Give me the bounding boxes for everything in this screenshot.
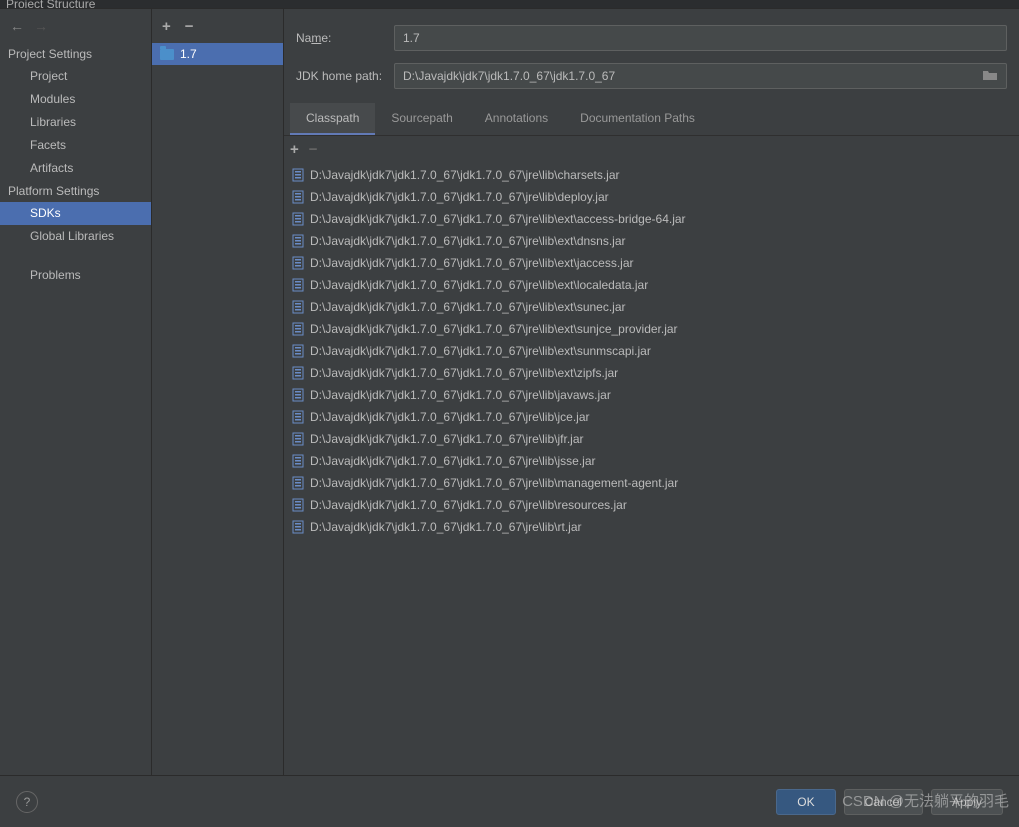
sidebar-item-modules[interactable]: Modules bbox=[0, 88, 151, 111]
platform-settings-heading: Platform Settings bbox=[0, 180, 151, 202]
classpath-row[interactable]: D:\Javajdk\jdk7\jdk1.7.0_67\jdk1.7.0_67\… bbox=[284, 384, 1019, 406]
nav-arrows: ← → bbox=[0, 9, 151, 43]
tab-sourcepath[interactable]: Sourcepath bbox=[375, 103, 468, 135]
classpath-row[interactable]: D:\Javajdk\jdk7\jdk1.7.0_67\jdk1.7.0_67\… bbox=[284, 186, 1019, 208]
sidebar-item-facets[interactable]: Facets bbox=[0, 134, 151, 157]
sidebar-item-project[interactable]: Project bbox=[0, 65, 151, 88]
footer-buttons: OK Cancel Apply bbox=[776, 789, 1003, 815]
classpath-row[interactable]: D:\Javajdk\jdk7\jdk1.7.0_67\jdk1.7.0_67\… bbox=[284, 494, 1019, 516]
classpath-path: D:\Javajdk\jdk7\jdk1.7.0_67\jdk1.7.0_67\… bbox=[310, 188, 609, 206]
classpath-path: D:\Javajdk\jdk7\jdk1.7.0_67\jdk1.7.0_67\… bbox=[310, 298, 626, 316]
jar-icon bbox=[292, 234, 304, 248]
jar-icon bbox=[292, 520, 304, 534]
classpath-path: D:\Javajdk\jdk7\jdk1.7.0_67\jdk1.7.0_67\… bbox=[310, 430, 584, 448]
detail-panel: Name: JDK home path: ClasspathSourcepath… bbox=[284, 9, 1019, 775]
classpath-row[interactable]: D:\Javajdk\jdk7\jdk1.7.0_67\jdk1.7.0_67\… bbox=[284, 208, 1019, 230]
name-row: Name: bbox=[284, 19, 1019, 57]
project-settings-heading: Project Settings bbox=[0, 43, 151, 65]
classpath-row[interactable]: D:\Javajdk\jdk7\jdk1.7.0_67\jdk1.7.0_67\… bbox=[284, 252, 1019, 274]
classpath-path: D:\Javajdk\jdk7\jdk1.7.0_67\jdk1.7.0_67\… bbox=[310, 320, 678, 338]
remove-classpath-icon[interactable]: − bbox=[309, 141, 318, 158]
sdk-list-panel: + − 1.7 bbox=[152, 9, 284, 775]
jar-icon bbox=[292, 366, 304, 380]
jar-icon bbox=[292, 410, 304, 424]
jar-icon bbox=[292, 344, 304, 358]
classpath-row[interactable]: D:\Javajdk\jdk7\jdk1.7.0_67\jdk1.7.0_67\… bbox=[284, 362, 1019, 384]
sidebar-item-artifacts[interactable]: Artifacts bbox=[0, 157, 151, 180]
classpath-row[interactable]: D:\Javajdk\jdk7\jdk1.7.0_67\jdk1.7.0_67\… bbox=[284, 230, 1019, 252]
classpath-row[interactable]: D:\Javajdk\jdk7\jdk1.7.0_67\jdk1.7.0_67\… bbox=[284, 296, 1019, 318]
footer: ? OK Cancel Apply bbox=[0, 775, 1019, 827]
ok-button[interactable]: OK bbox=[776, 789, 835, 815]
jar-icon bbox=[292, 278, 304, 292]
sidebar-item-global-libraries[interactable]: Global Libraries bbox=[0, 225, 151, 248]
classpath-row[interactable]: D:\Javajdk\jdk7\jdk1.7.0_67\jdk1.7.0_67\… bbox=[284, 428, 1019, 450]
path-row: JDK home path: bbox=[284, 57, 1019, 95]
path-label: JDK home path: bbox=[296, 69, 384, 83]
path-input[interactable] bbox=[395, 64, 974, 88]
cancel-button[interactable]: Cancel bbox=[844, 789, 923, 815]
classpath-path: D:\Javajdk\jdk7\jdk1.7.0_67\jdk1.7.0_67\… bbox=[310, 496, 627, 514]
titlebar: Project Structure bbox=[0, 0, 1019, 8]
classpath-row[interactable]: D:\Javajdk\jdk7\jdk1.7.0_67\jdk1.7.0_67\… bbox=[284, 516, 1019, 538]
classpath-path: D:\Javajdk\jdk7\jdk1.7.0_67\jdk1.7.0_67\… bbox=[310, 474, 678, 492]
sidebar-item-sdks[interactable]: SDKs bbox=[0, 202, 151, 225]
name-input[interactable] bbox=[394, 25, 1007, 51]
classpath-path: D:\Javajdk\jdk7\jdk1.7.0_67\jdk1.7.0_67\… bbox=[310, 364, 618, 382]
add-sdk-icon[interactable]: + bbox=[162, 18, 171, 35]
apply-button[interactable]: Apply bbox=[931, 789, 1003, 815]
jar-icon bbox=[292, 498, 304, 512]
jar-icon bbox=[292, 300, 304, 314]
browse-folder-icon[interactable] bbox=[974, 68, 1006, 84]
tab-documentation-paths[interactable]: Documentation Paths bbox=[564, 103, 711, 135]
forward-arrow-icon[interactable]: → bbox=[34, 18, 48, 34]
jar-icon bbox=[292, 322, 304, 336]
classpath-path: D:\Javajdk\jdk7\jdk1.7.0_67\jdk1.7.0_67\… bbox=[310, 254, 634, 272]
sidebar: ← → Project Settings ProjectModulesLibra… bbox=[0, 9, 152, 775]
classpath-list: D:\Javajdk\jdk7\jdk1.7.0_67\jdk1.7.0_67\… bbox=[284, 162, 1019, 775]
jar-icon bbox=[292, 168, 304, 182]
help-button[interactable]: ? bbox=[16, 791, 38, 813]
classpath-path: D:\Javajdk\jdk7\jdk1.7.0_67\jdk1.7.0_67\… bbox=[310, 232, 626, 250]
jar-icon bbox=[292, 476, 304, 490]
sdk-item-label: 1.7 bbox=[180, 47, 197, 61]
classpath-row[interactable]: D:\Javajdk\jdk7\jdk1.7.0_67\jdk1.7.0_67\… bbox=[284, 274, 1019, 296]
classpath-path: D:\Javajdk\jdk7\jdk1.7.0_67\jdk1.7.0_67\… bbox=[310, 342, 651, 360]
classpath-row[interactable]: D:\Javajdk\jdk7\jdk1.7.0_67\jdk1.7.0_67\… bbox=[284, 318, 1019, 340]
jar-icon bbox=[292, 212, 304, 226]
sdk-toolbar: + − bbox=[152, 9, 283, 43]
classpath-path: D:\Javajdk\jdk7\jdk1.7.0_67\jdk1.7.0_67\… bbox=[310, 210, 686, 228]
sidebar-item-problems[interactable]: Problems bbox=[0, 264, 151, 287]
tabs: ClasspathSourcepathAnnotationsDocumentat… bbox=[284, 103, 1019, 136]
sdk-item-1.7[interactable]: 1.7 bbox=[152, 43, 283, 65]
tab-classpath[interactable]: Classpath bbox=[290, 103, 375, 135]
classpath-path: D:\Javajdk\jdk7\jdk1.7.0_67\jdk1.7.0_67\… bbox=[310, 518, 581, 536]
classpath-path: D:\Javajdk\jdk7\jdk1.7.0_67\jdk1.7.0_67\… bbox=[310, 276, 648, 294]
jar-icon bbox=[292, 190, 304, 204]
classpath-row[interactable]: D:\Javajdk\jdk7\jdk1.7.0_67\jdk1.7.0_67\… bbox=[284, 472, 1019, 494]
classpath-path: D:\Javajdk\jdk7\jdk1.7.0_67\jdk1.7.0_67\… bbox=[310, 452, 596, 470]
jar-icon bbox=[292, 256, 304, 270]
jar-icon bbox=[292, 454, 304, 468]
path-input-wrap bbox=[394, 63, 1007, 89]
classpath-path: D:\Javajdk\jdk7\jdk1.7.0_67\jdk1.7.0_67\… bbox=[310, 386, 611, 404]
tab-annotations[interactable]: Annotations bbox=[469, 103, 564, 135]
sidebar-item-libraries[interactable]: Libraries bbox=[0, 111, 151, 134]
back-arrow-icon[interactable]: ← bbox=[10, 18, 24, 34]
classpath-path: D:\Javajdk\jdk7\jdk1.7.0_67\jdk1.7.0_67\… bbox=[310, 408, 590, 426]
classpath-row[interactable]: D:\Javajdk\jdk7\jdk1.7.0_67\jdk1.7.0_67\… bbox=[284, 450, 1019, 472]
add-classpath-icon[interactable]: + bbox=[290, 141, 299, 158]
jar-icon bbox=[292, 432, 304, 446]
jar-icon bbox=[292, 388, 304, 402]
classpath-path: D:\Javajdk\jdk7\jdk1.7.0_67\jdk1.7.0_67\… bbox=[310, 166, 620, 184]
name-label: Name: bbox=[296, 31, 384, 45]
classpath-toolbar: + − bbox=[284, 136, 1019, 162]
folder-icon bbox=[160, 49, 174, 60]
classpath-row[interactable]: D:\Javajdk\jdk7\jdk1.7.0_67\jdk1.7.0_67\… bbox=[284, 164, 1019, 186]
classpath-row[interactable]: D:\Javajdk\jdk7\jdk1.7.0_67\jdk1.7.0_67\… bbox=[284, 406, 1019, 428]
main-container: ← → Project Settings ProjectModulesLibra… bbox=[0, 8, 1019, 775]
remove-sdk-icon[interactable]: − bbox=[185, 18, 194, 35]
classpath-row[interactable]: D:\Javajdk\jdk7\jdk1.7.0_67\jdk1.7.0_67\… bbox=[284, 340, 1019, 362]
